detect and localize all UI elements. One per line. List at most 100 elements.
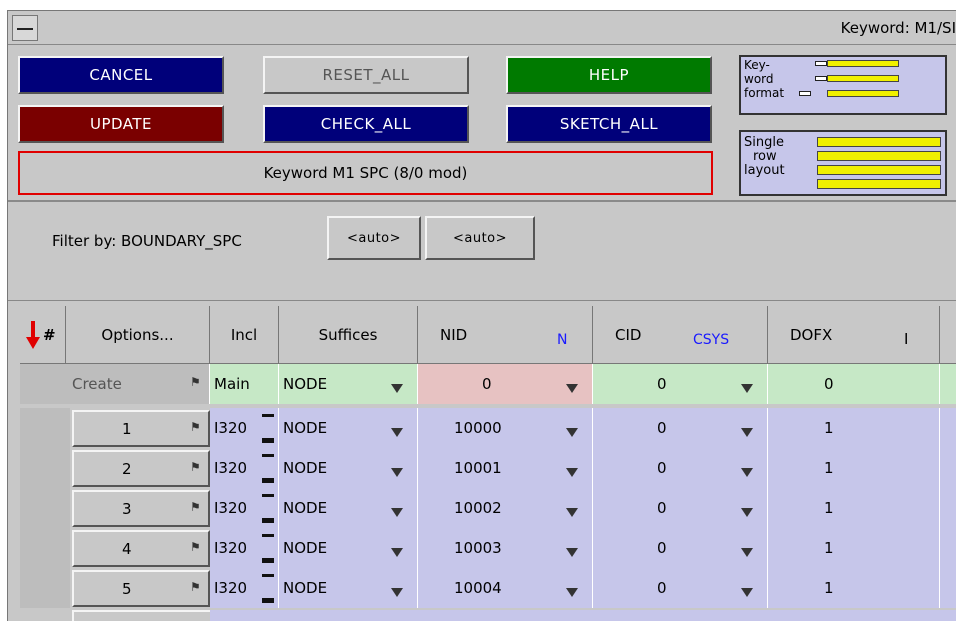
dropdown-icon	[741, 588, 753, 597]
row-cid[interactable]: 0	[593, 528, 768, 568]
row-number: 2	[122, 459, 132, 478]
row-select-button[interactable]: 3 ⚑	[72, 490, 210, 527]
row-incl[interactable]: I320	[210, 528, 279, 568]
row-incl-value: I320	[214, 539, 248, 557]
dropdown-icon	[566, 384, 578, 393]
row-cid[interactable]: 0	[593, 448, 768, 488]
row-gutter	[20, 528, 70, 568]
row-incl-value: I320	[214, 579, 248, 597]
header-num-label: #	[43, 325, 56, 344]
create-button[interactable]: Create ⚑	[20, 364, 210, 404]
reset-all-button[interactable]: RESET_ALL	[263, 56, 469, 94]
header-row-number[interactable]: #	[20, 306, 66, 364]
row-nid[interactable]: 10000	[418, 408, 593, 448]
window-menu-button[interactable]	[12, 15, 38, 41]
row-suffix[interactable]: NODE	[279, 448, 418, 488]
row-suffix-value: NODE	[283, 499, 328, 517]
row-select-button[interactable]: 5 ⚑	[72, 570, 210, 607]
keyword-format-toggle[interactable]: Key- word format	[739, 55, 947, 115]
row-select-button[interactable]: 4 ⚑	[72, 530, 210, 567]
row-cid[interactable]: 0	[593, 488, 768, 528]
header-cid[interactable]: CID CSYS	[593, 306, 768, 364]
row-nid[interactable]: 10002	[418, 488, 593, 528]
create-incl-value: Main	[214, 375, 250, 393]
incl-bottom-mark-icon	[262, 558, 274, 563]
row-nid[interactable]: 10001	[418, 448, 593, 488]
header-options[interactable]: Options...	[66, 306, 210, 364]
sort-arrow-icon	[26, 320, 40, 349]
header-overflow	[940, 306, 956, 364]
format-label-line3: format	[744, 86, 785, 100]
help-button[interactable]: HELP	[506, 56, 712, 94]
incl-top-mark-icon	[262, 414, 274, 417]
row-dofx[interactable]: 1	[768, 488, 940, 528]
filter-auto-button-1[interactable]: <auto>	[327, 216, 421, 260]
layout-bar-icon	[817, 137, 941, 147]
sketch-all-button[interactable]: SKETCH_ALL	[506, 105, 712, 143]
filter-label: Filter by: BOUNDARY_SPC	[52, 232, 242, 250]
header-nid-label: NID	[440, 325, 468, 344]
row-incl[interactable]: I320	[210, 488, 279, 528]
dropdown-icon	[391, 588, 403, 597]
row-dofx[interactable]: 1	[768, 568, 940, 608]
dropdown-icon	[741, 548, 753, 557]
row-suffix-value: NODE	[283, 459, 328, 477]
header-dofx-tag: I	[904, 330, 909, 348]
single-row-layout-toggle[interactable]: Single row layout	[739, 130, 947, 196]
row-incl[interactable]: I320	[210, 568, 279, 608]
flag-icon: ⚑	[190, 580, 201, 594]
create-nid[interactable]: 0	[418, 364, 593, 404]
header-nid[interactable]: NID N	[418, 306, 593, 364]
row-incl-value: I320	[214, 499, 248, 517]
row-select-button[interactable]	[72, 610, 210, 621]
dropdown-icon	[566, 508, 578, 517]
header-incl[interactable]: Incl	[210, 306, 279, 364]
incl-bottom-mark-icon	[262, 438, 274, 443]
row-overflow	[940, 568, 956, 608]
row-dofx[interactable]: 1	[768, 528, 940, 568]
format-marker-icon	[799, 91, 811, 96]
header-suffices[interactable]: Suffices	[279, 306, 418, 364]
cancel-button[interactable]: CANCEL	[18, 56, 224, 94]
row-dofx[interactable]: 1	[768, 408, 940, 448]
row-overflow	[940, 448, 956, 488]
row-incl-value: I320	[214, 459, 248, 477]
layout-bar-icon	[817, 151, 941, 161]
row-select-button[interactable]: 1 ⚑	[72, 410, 210, 447]
row-number: 5	[122, 579, 132, 598]
create-cid[interactable]: 0	[593, 364, 768, 404]
dropdown-icon	[391, 468, 403, 477]
row-suffix[interactable]: NODE	[279, 568, 418, 608]
create-suffix[interactable]: NODE	[279, 364, 418, 404]
create-dofx[interactable]: 0	[768, 364, 940, 404]
row-suffix[interactable]: NODE	[279, 488, 418, 528]
update-button[interactable]: UPDATE	[18, 105, 224, 143]
create-incl[interactable]: Main	[210, 364, 279, 404]
format-bar-icon	[827, 75, 899, 82]
row-incl[interactable]: I320	[210, 448, 279, 488]
incl-top-mark-icon	[262, 454, 274, 457]
row-suffix[interactable]: NODE	[279, 408, 418, 448]
row-nid[interactable]: 10004	[418, 568, 593, 608]
row-gutter	[20, 408, 70, 448]
row-select-button[interactable]: 2 ⚑	[72, 450, 210, 487]
dropdown-icon	[566, 548, 578, 557]
format-bar-icon	[827, 60, 899, 67]
header-dofx[interactable]: DOFX I	[768, 306, 940, 364]
create-label: Create	[72, 375, 122, 393]
row-cid[interactable]: 0	[593, 408, 768, 448]
row-overflow	[940, 488, 956, 528]
filter-auto-button-2[interactable]: <auto>	[425, 216, 535, 260]
row-suffix[interactable]: NODE	[279, 528, 418, 568]
header-nid-tag: N	[557, 332, 568, 348]
row-nid[interactable]: 10003	[418, 528, 593, 568]
row-number: 3	[122, 499, 132, 518]
create-cid-value: 0	[657, 375, 667, 393]
row-cid-value: 0	[657, 499, 667, 517]
title-bar	[8, 11, 956, 45]
row-dofx[interactable]: 1	[768, 448, 940, 488]
row-incl[interactable]: I320	[210, 408, 279, 448]
row-cid[interactable]: 0	[593, 568, 768, 608]
check-all-button[interactable]: CHECK_ALL	[263, 105, 469, 143]
row-cid-value: 0	[657, 419, 667, 437]
